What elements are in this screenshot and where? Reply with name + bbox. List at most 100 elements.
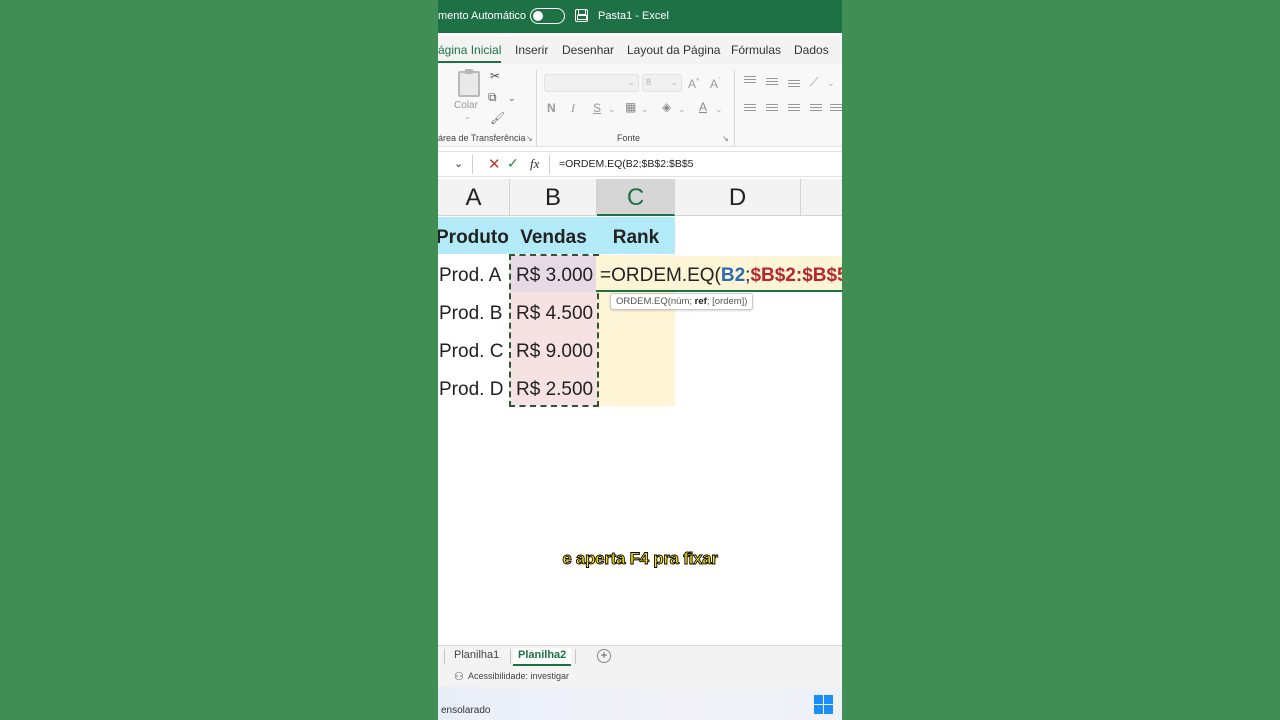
- cancel-icon[interactable]: ✕: [488, 155, 501, 173]
- product-cell[interactable]: Prod. D: [439, 371, 503, 409]
- taskbar: ensolarado: [438, 687, 842, 720]
- underline-button[interactable]: S: [593, 101, 601, 115]
- column-header-d[interactable]: D: [675, 179, 801, 216]
- sheet-tab-planilha2[interactable]: Planilha2: [513, 648, 572, 666]
- formula-prefix: =ORDEM.EQ(: [600, 265, 721, 286]
- tab-pagina-inicial[interactable]: ágina Inicial: [438, 43, 502, 63]
- in-cell-formula[interactable]: =ORDEM.EQ(B2;$B$2:$B$5: [600, 257, 842, 295]
- autosave-label: mento Automático: [438, 10, 527, 22]
- tab-desenhar[interactable]: Desenhar: [562, 43, 614, 57]
- sheet-tab-bar: Planilha1 Planilha2 +: [438, 645, 842, 667]
- product-cell[interactable]: Prod. C: [439, 333, 503, 371]
- format-painter-icon[interactable]: 🖌: [490, 111, 505, 125]
- referenced-range-border: [509, 254, 599, 407]
- enter-icon[interactable]: ✓: [507, 155, 519, 172]
- tab-layout-da-pagina[interactable]: Layout da Página: [627, 43, 720, 57]
- chevron-down-icon: ⌄: [670, 77, 678, 87]
- product-cell[interactable]: Prod. B: [439, 295, 502, 333]
- borders-icon[interactable]: ▦: [625, 100, 636, 114]
- column-header-b[interactable]: B: [510, 179, 597, 216]
- orientation-icon[interactable]: ⟋: [810, 75, 818, 89]
- document-title: Pasta1 - Excel: [598, 10, 669, 22]
- shrink-font-icon[interactable]: Aˇ: [710, 75, 720, 91]
- tab-inserir[interactable]: Inserir: [515, 43, 548, 57]
- formula-bar: ⌄ ✕ ✓ fx =ORDEM.EQ(B2;$B$2:$B$5: [438, 151, 842, 177]
- save-icon[interactable]: [575, 9, 588, 22]
- align-left-icon[interactable]: [744, 104, 756, 114]
- tooltip-fn: ORDEM.EQ(: [616, 296, 671, 307]
- paste-icon[interactable]: [458, 69, 480, 97]
- formula-ref-range: $B$2:$B$5: [750, 265, 842, 286]
- font-launcher-icon[interactable]: ↘: [722, 134, 729, 143]
- windows-start-icon[interactable]: [814, 695, 833, 714]
- header-cell-rank[interactable]: Rank: [597, 217, 675, 254]
- paste-label[interactable]: Colar: [454, 100, 478, 111]
- column-header-c[interactable]: C: [597, 179, 675, 216]
- accessibility-status[interactable]: Acessibilidade: investigar: [468, 671, 569, 681]
- fill-color-icon[interactable]: ◈: [662, 100, 671, 114]
- function-tooltip[interactable]: ORDEM.EQ(núm; ref; [ordem]): [610, 293, 754, 310]
- chevron-down-icon: ⌄: [627, 77, 635, 87]
- formula-bar-divider: [472, 155, 473, 174]
- video-subtitle: e aperta F4 pra fixar: [562, 549, 718, 569]
- clipboard-launcher-icon[interactable]: ↘: [526, 134, 533, 143]
- sheet-tab-planilha1[interactable]: Planilha1: [454, 648, 499, 666]
- copy-dropdown-icon[interactable]: ⌄: [508, 91, 516, 105]
- paste-dropdown-icon[interactable]: ⌄: [464, 112, 471, 121]
- underline-dropdown-icon[interactable]: ⌄: [608, 102, 616, 116]
- column-headers: A B C D: [438, 179, 842, 216]
- clipboard-group-label: área de Transferência: [438, 133, 526, 143]
- bold-button[interactable]: N: [547, 101, 556, 115]
- formula-bar-divider: [549, 155, 550, 174]
- copy-icon[interactable]: ⧉: [488, 90, 497, 104]
- sheet-tab-divider: [444, 649, 445, 664]
- ribbon: Colar ⌄ ✂ ⧉ ⌄ 🖌 área de Transferência ↘ …: [438, 64, 842, 147]
- grow-font-icon[interactable]: A^: [688, 75, 699, 91]
- accessibility-icon[interactable]: ⚇: [454, 670, 464, 683]
- formula-ref-b2: B2: [720, 265, 746, 286]
- italic-button[interactable]: I: [571, 101, 575, 116]
- product-cell[interactable]: Prod. A: [439, 257, 501, 295]
- weather-text[interactable]: ensolarado: [441, 705, 490, 716]
- increase-indent-icon[interactable]: [830, 104, 842, 114]
- align-bottom-icon[interactable]: [788, 80, 800, 90]
- font-color-icon[interactable]: A: [699, 100, 707, 114]
- insert-function-icon[interactable]: fx: [530, 156, 539, 172]
- align-right-icon[interactable]: [788, 104, 800, 114]
- autosave-toggle[interactable]: [530, 8, 565, 24]
- group-separator: [734, 70, 735, 146]
- formula-input[interactable]: =ORDEM.EQ(B2;$B$2:$B$5: [559, 158, 694, 170]
- column-header-a[interactable]: A: [438, 179, 510, 216]
- align-center-icon[interactable]: [766, 104, 778, 114]
- font-name-combo[interactable]: ⌄: [544, 74, 639, 92]
- fill-dropdown-icon[interactable]: ⌄: [678, 102, 686, 116]
- cut-icon[interactable]: ✂: [490, 69, 500, 83]
- tab-formulas[interactable]: Fórmulas: [731, 43, 781, 57]
- tab-dados[interactable]: Dados: [794, 43, 829, 57]
- align-middle-icon[interactable]: [766, 78, 778, 88]
- toggle-knob: [533, 11, 543, 21]
- ribbon-tabs: ágina Inicial Inserir Desenhar Layout da…: [438, 36, 842, 64]
- tooltip-arg-num: núm;: [670, 296, 695, 307]
- font-color-dropdown-icon[interactable]: ⌄: [715, 102, 723, 116]
- decrease-indent-icon[interactable]: [810, 104, 822, 114]
- tooltip-arg-ordem: ; [ordem]): [706, 296, 748, 307]
- sheet-tab-divider: [575, 649, 576, 664]
- grow-font-letter: A: [688, 77, 697, 91]
- font-size-combo[interactable]: 8 ⌄: [642, 74, 682, 92]
- orientation-dropdown-icon[interactable]: ⌄: [827, 76, 835, 90]
- align-top-icon[interactable]: [744, 76, 756, 86]
- tooltip-arg-ref: ref: [694, 296, 707, 307]
- group-separator: [536, 70, 537, 146]
- name-box-dropdown-icon[interactable]: ⌄: [454, 157, 463, 170]
- font-size-value: 8: [646, 77, 652, 87]
- add-sheet-icon[interactable]: +: [597, 649, 611, 663]
- font-group-label: Fonte: [617, 133, 641, 143]
- excel-window: mento Automático Pasta1 - Excel ágina In…: [438, 0, 842, 720]
- header-cell-produto[interactable]: Produto: [438, 217, 510, 254]
- borders-dropdown-icon[interactable]: ⌄: [641, 102, 649, 116]
- title-bar: mento Automático Pasta1 - Excel: [438, 0, 842, 33]
- status-bar: ⚇ Acessibilidade: investigar: [438, 667, 842, 687]
- sheet-tab-divider: [510, 649, 511, 664]
- header-cell-vendas[interactable]: Vendas: [510, 217, 597, 254]
